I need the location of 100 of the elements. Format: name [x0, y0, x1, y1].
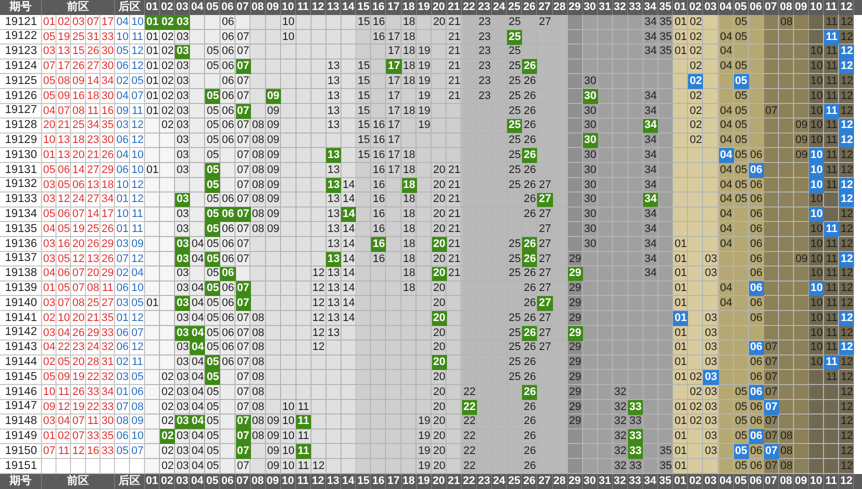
zone-number: 04	[190, 429, 205, 444]
zone-number: 03	[704, 444, 718, 459]
zone-number: 21	[447, 162, 462, 178]
zone-number: 21	[447, 15, 462, 30]
zone-number: 04	[718, 236, 734, 252]
zone-number: 12	[840, 104, 854, 119]
zone-number: 15	[356, 118, 371, 134]
zone-number: 26	[522, 296, 537, 311]
zone-number: 04	[190, 400, 205, 415]
front-number: 02	[56, 429, 72, 444]
issue-number: 19144	[4, 355, 38, 370]
zone-number: 02	[160, 104, 175, 119]
front-number: 27	[86, 59, 100, 74]
zone-number: 05	[734, 15, 748, 30]
zone-number: 04	[718, 192, 734, 208]
zone-number: 07	[236, 340, 250, 356]
zone-number: 27	[538, 310, 552, 326]
zone-number: 34	[643, 148, 658, 163]
zone-number: 06	[220, 59, 236, 74]
front-number: 33	[86, 384, 100, 400]
highlighted-number: 07	[236, 59, 251, 74]
zone-number: 02	[160, 400, 175, 415]
highlighted-number: 11	[824, 30, 840, 45]
zone-number: 07	[764, 104, 778, 119]
zone-number: 30	[583, 148, 598, 163]
column-header: 15	[356, 474, 372, 489]
zone-number: 25	[508, 74, 522, 89]
zone-number: 12	[840, 266, 854, 282]
zone-number: 01	[674, 370, 688, 385]
zone-number: 03	[176, 118, 190, 134]
front-number: 25	[86, 296, 100, 311]
column-header: 08	[778, 474, 794, 489]
zone-number: 11	[825, 15, 838, 30]
column-header: 09	[266, 474, 281, 489]
front-number: 17	[100, 207, 115, 222]
column-header: 32	[612, 474, 628, 489]
zone-number: 10	[810, 118, 824, 134]
zone-number: 27	[538, 178, 552, 193]
zone-number: 12	[840, 162, 854, 178]
zone-number: 27	[538, 222, 552, 237]
zone-number: 01	[145, 104, 160, 119]
zone-number: 18	[402, 281, 416, 296]
back-number: 03	[115, 296, 130, 311]
zone-number: 22	[462, 458, 477, 474]
front-number: 31	[86, 30, 100, 45]
back-number: 06	[115, 326, 130, 341]
front-number: 11	[100, 281, 114, 296]
zone-number: 21	[447, 178, 462, 193]
zone-number: 03	[704, 355, 718, 370]
zone-number: 06	[749, 148, 764, 163]
zone-number: 01	[145, 296, 160, 311]
zone-number: 10	[810, 88, 824, 104]
front-number: 11	[57, 384, 71, 400]
zone-number: 03	[176, 400, 190, 415]
zone-number: 08	[251, 429, 266, 444]
column-header: 11	[296, 474, 311, 489]
zone-number: 26	[522, 281, 537, 296]
zone-number: 04	[190, 236, 205, 252]
front-number: 05	[56, 252, 72, 267]
front-number: 10	[42, 133, 56, 148]
front-number: 06	[56, 162, 72, 178]
zone-number: 21	[447, 207, 462, 222]
back-number: 05	[130, 296, 145, 311]
front-number: 07	[56, 296, 72, 311]
highlighted-number: 03	[175, 44, 190, 60]
back-number: 06	[115, 281, 130, 296]
zone-number: 12	[311, 340, 326, 356]
zone-number: 06	[220, 15, 236, 30]
front-number: 25	[71, 118, 86, 134]
zone-number: 12	[840, 429, 854, 444]
front-number: 07	[86, 15, 100, 30]
zone-number: 25	[508, 310, 522, 326]
zone-number: 11	[825, 74, 838, 89]
zone-number: 18	[402, 30, 416, 45]
front-number: 01	[42, 281, 56, 296]
issue-number: 19130	[4, 148, 38, 163]
zone-number: 07	[764, 384, 778, 400]
zone-number: 26	[522, 414, 537, 430]
zone-number: 03	[704, 310, 718, 326]
zone-number: 18	[402, 74, 416, 89]
zone-number: 32	[613, 444, 628, 459]
zone-number: 05	[206, 192, 220, 208]
zone-number: 32	[613, 414, 628, 430]
zone-number: 01	[145, 88, 160, 104]
zone-number: 27	[538, 281, 552, 296]
front-number: 34	[86, 118, 100, 134]
zone-number: 08	[251, 207, 266, 222]
front-number: 04	[56, 414, 72, 430]
back-number: 10	[130, 148, 145, 163]
zone-number: 35	[658, 30, 673, 45]
zone-number: 04	[718, 59, 734, 74]
front-number: 25	[71, 30, 86, 45]
zone-number: 13	[326, 118, 341, 134]
highlighted-number: 03	[175, 192, 190, 208]
zone-number: 14	[342, 236, 356, 252]
zone-number: 07	[236, 370, 250, 385]
issue-number: 19121	[4, 15, 38, 30]
column-header: 30	[582, 474, 598, 489]
issue-number: 19142	[4, 326, 38, 340]
zone-number: 08	[251, 355, 266, 370]
